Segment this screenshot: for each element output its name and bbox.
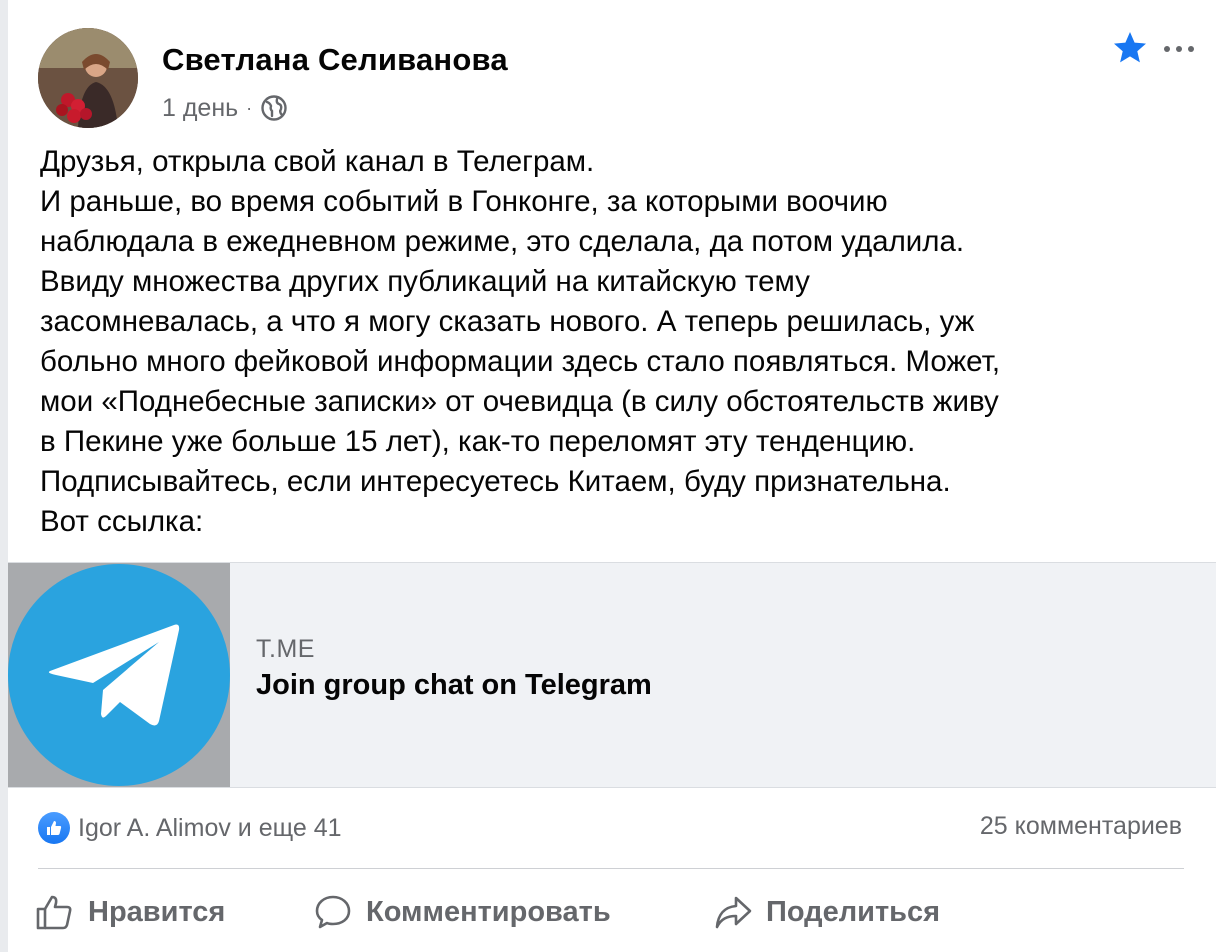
author-avatar[interactable] — [38, 28, 138, 128]
link-title[interactable]: Join group chat on Telegram — [256, 669, 652, 702]
post-text: Друзья, открыла свой канал в Телеграм. И… — [40, 142, 1200, 542]
like-reaction-icon — [38, 812, 70, 844]
post-text-line: Друзья, открыла свой канал в Телеграм. — [40, 145, 595, 178]
comment-bubble-icon — [315, 895, 351, 929]
globe-icon[interactable] — [260, 94, 288, 122]
avatar-photo — [38, 28, 138, 128]
post-time[interactable]: 1 день — [162, 94, 238, 123]
post-text-line: Вот ссылка: — [40, 505, 204, 538]
post-text-line: Подписывайтесь, если интересуетесь Китае… — [40, 465, 951, 498]
author-name[interactable]: Светлана Селиванова — [162, 42, 508, 78]
comment-label: Комментировать — [366, 895, 611, 928]
comment-button[interactable]: Комментировать — [314, 880, 611, 944]
share-arrow-icon — [715, 896, 752, 929]
reactions-text[interactable]: Igor A. Alimov и еще 41 — [78, 814, 342, 843]
post-text-line: в Пекине уже больше 15 лет), как-то пере… — [40, 425, 916, 458]
share-label: Поделиться — [766, 895, 941, 928]
more-icon[interactable] — [1164, 44, 1204, 54]
post-actions: Нравится Комментировать Поделиться — [8, 880, 1216, 944]
star-icon[interactable] — [1112, 30, 1148, 66]
reactions-summary[interactable]: Igor A. Alimov и еще 41 — [38, 808, 342, 848]
like-button[interactable]: Нравится — [34, 880, 225, 944]
thumbs-up-icon — [36, 895, 72, 930]
post-text-line: наблюдала в ежедневном режиме, это сдела… — [40, 225, 965, 258]
link-domain: T.ME — [256, 635, 315, 663]
post-text-line: засомневалась, а что я могу сказать ново… — [40, 305, 975, 338]
post-text-line: И раньше, во время событий в Гонконге, з… — [40, 185, 888, 218]
post-text-line: больно много фейковой информации здесь с… — [40, 345, 1001, 378]
post-text-line: мои «Поднебесные записки» от очевидца (в… — [40, 385, 999, 418]
like-label: Нравится — [88, 895, 226, 928]
telegram-logo-icon — [8, 564, 230, 786]
share-button[interactable]: Поделиться — [714, 880, 940, 944]
post-meta: 1 день · — [162, 92, 288, 124]
link-thumbnail[interactable] — [8, 563, 230, 787]
meta-separator: · — [246, 97, 253, 118]
link-preview[interactable]: T.ME Join group chat on Telegram — [8, 562, 1216, 788]
post-text-line: Ввиду множества других публикаций на кит… — [40, 265, 810, 298]
comments-count[interactable]: 25 комментариев — [980, 812, 1182, 841]
actions-divider — [38, 868, 1184, 869]
post-card: Светлана Селиванова 1 день · Друзья, отк… — [8, 0, 1216, 952]
